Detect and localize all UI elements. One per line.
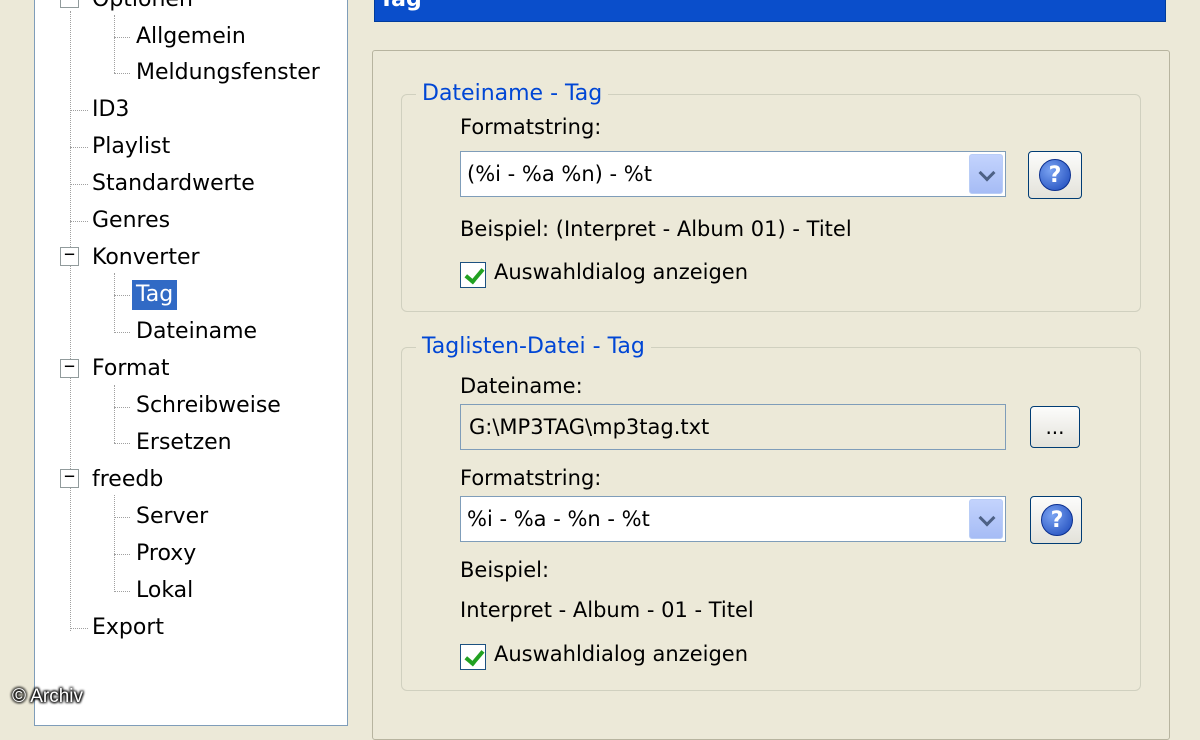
- help-icon: ?: [1041, 504, 1073, 536]
- tree-connector: [70, 11, 71, 631]
- tree-item-schreibweise[interactable]: Schreibweise: [132, 389, 285, 423]
- show-dialog-checkbox[interactable]: [460, 644, 486, 670]
- tree-item-optionen[interactable]: Optionen: [88, 0, 197, 17]
- tree-item-genres[interactable]: Genres: [88, 204, 174, 238]
- tree-item-id3[interactable]: ID3: [88, 93, 133, 127]
- tree-connector: [114, 332, 130, 333]
- tree-connector: [114, 495, 115, 590]
- group-title: Taglisten-Datei - Tag: [416, 332, 651, 362]
- minus-expander-icon[interactable]: −: [60, 0, 79, 8]
- tree-item-ersetzen[interactable]: Ersetzen: [132, 426, 236, 460]
- tree-item-standardwerte[interactable]: Standardwerte: [88, 167, 259, 201]
- group-title: Dateiname - Tag: [416, 79, 609, 109]
- tree-connector: [114, 443, 130, 444]
- filename-field[interactable]: G:\MP3TAG\mp3tag.txt: [460, 404, 1006, 450]
- tree-item-freedb[interactable]: freedb: [88, 463, 167, 497]
- filename-value: G:\MP3TAG\mp3tag.txt: [469, 415, 710, 439]
- tree-item-konverter[interactable]: Konverter: [88, 241, 204, 275]
- tree-item-playlist[interactable]: Playlist: [88, 130, 174, 164]
- tree-connector: [114, 37, 130, 38]
- browse-button[interactable]: ...: [1030, 406, 1080, 448]
- browse-label: ...: [1045, 415, 1065, 439]
- tree-connector: [70, 184, 88, 185]
- tree-item-lokal[interactable]: Lokal: [132, 574, 197, 608]
- tree-item-export[interactable]: Export: [88, 611, 168, 645]
- tree-connector: [70, 110, 88, 111]
- show-dialog-label: Auswahldialog anzeigen: [494, 260, 749, 284]
- tree-connector: [114, 273, 115, 331]
- filename-label: Dateiname:: [460, 374, 583, 398]
- formatstring-value: %i - %a - %n - %t: [467, 507, 650, 531]
- tree-item-proxy[interactable]: Proxy: [132, 537, 200, 571]
- help-button[interactable]: ?: [1030, 496, 1082, 544]
- page-title-bar: Tag: [374, 0, 1166, 22]
- formatstring-combo[interactable]: (%i - %a %n) - %t: [460, 151, 1006, 197]
- minus-expander-icon[interactable]: −: [60, 358, 79, 378]
- formatstring-value: (%i - %a %n) - %t: [467, 162, 652, 186]
- tree-connector: [70, 221, 88, 222]
- tree-connector: [114, 15, 115, 73]
- tree-connector: [114, 517, 130, 518]
- watermark: © Archiv: [12, 686, 84, 707]
- tree-connector: [114, 385, 115, 443]
- formatstring-label: Formatstring:: [460, 466, 602, 490]
- tree-item-server[interactable]: Server: [132, 500, 212, 534]
- tree-connector: [114, 295, 130, 296]
- chevron-down-icon[interactable]: [969, 499, 1003, 539]
- example-text: Interpret - Album - 01 - Titel: [460, 598, 754, 622]
- minus-expander-icon[interactable]: −: [60, 246, 79, 266]
- example-text: Beispiel: (Interpret - Album 01) - Titel: [460, 217, 852, 241]
- tree-item-allgemein[interactable]: Allgemein: [132, 20, 250, 54]
- tree-item-tag[interactable]: Tag: [132, 278, 178, 312]
- show-dialog-checkbox[interactable]: [460, 262, 486, 288]
- settings-content-frame: Dateiname - Tag Formatstring: (%i - %a %…: [372, 50, 1170, 740]
- show-dialog-label: Auswahldialog anzeigen: [494, 642, 749, 666]
- page-title: Tag: [379, 0, 422, 12]
- tree-item-dateiname[interactable]: Dateiname: [132, 315, 261, 349]
- tree-item-meldungsfenster[interactable]: Meldungsfenster: [132, 56, 324, 90]
- tree-connector: [114, 73, 130, 74]
- tree-connector: [114, 554, 130, 555]
- formatstring-combo[interactable]: %i - %a - %n - %t: [460, 496, 1006, 542]
- tree-connector: [70, 628, 88, 629]
- settings-tree-panel: − − − − Optionen Allgemein Meldungsfenst…: [0, 0, 350, 726]
- group-taglisten-datei-tag: Taglisten-Datei - Tag Dateiname: G:\MP3T…: [401, 332, 1141, 691]
- tree-connector: [70, 147, 88, 148]
- formatstring-label: Formatstring:: [460, 115, 602, 139]
- help-button[interactable]: ?: [1028, 151, 1082, 199]
- settings-tree[interactable]: − − − − Optionen Allgemein Meldungsfenst…: [34, 0, 348, 726]
- tree-connector: [114, 407, 130, 408]
- minus-expander-icon[interactable]: −: [60, 468, 79, 488]
- chevron-down-icon[interactable]: [969, 154, 1003, 194]
- help-icon: ?: [1039, 159, 1071, 191]
- tree-connector: [114, 591, 130, 592]
- tree-item-format[interactable]: Format: [88, 352, 174, 386]
- group-dateiname-tag: Dateiname - Tag Formatstring: (%i - %a %…: [401, 79, 1141, 312]
- example-label: Beispiel:: [460, 558, 550, 582]
